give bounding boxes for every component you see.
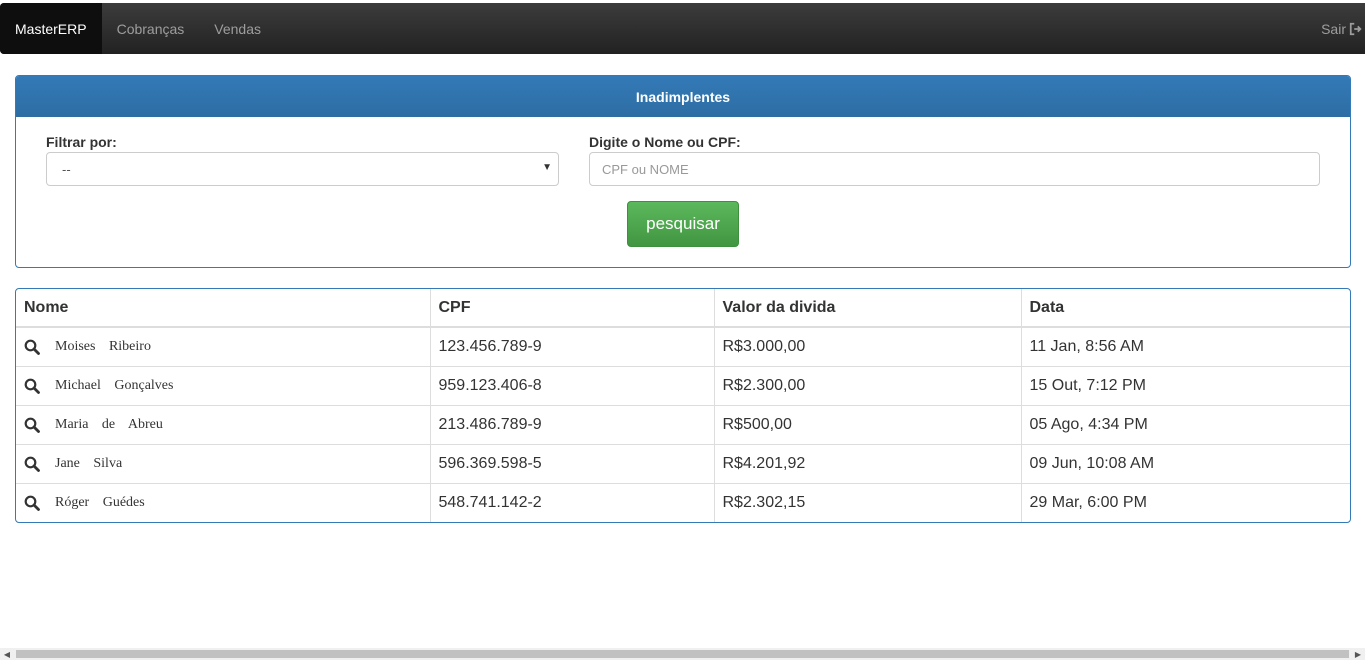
cell-nome: Michael Gonçalves xyxy=(16,366,431,406)
header-cpf[interactable]: CPF xyxy=(430,289,715,328)
cell-data: 05 Ago, 4:34 PM xyxy=(1021,405,1350,445)
search-icon[interactable] xyxy=(24,495,40,511)
table-header-row: Nome CPF Valor da divida Data xyxy=(16,289,1350,328)
table-row: Moises Ribeiro 123.456.789-9 R$3.000,00 11 … xyxy=(16,327,1350,367)
cell-data: 29 Mar, 6:00 PM xyxy=(1029,493,1147,511)
search-icon[interactable] xyxy=(24,417,40,433)
header-valor[interactable]: Valor da divida xyxy=(714,289,1022,328)
cell-cpf: 213.486.789-9 xyxy=(430,405,715,445)
search-icon[interactable] xyxy=(24,456,40,472)
nav-link-cobrancas[interactable]: Cobranças xyxy=(102,3,200,54)
cell-data: 09 Jun, 10:08 AM xyxy=(1021,444,1350,484)
debtor-name: Jane Silva xyxy=(55,455,123,471)
cell-nome: Moises Ribeiro xyxy=(16,327,431,367)
filter-select-value: -- xyxy=(62,161,71,177)
sign-out-icon xyxy=(1349,22,1362,35)
cell-cpf: 123.456.789-9 xyxy=(430,327,715,367)
debtor-name: Michael Gonçalves xyxy=(55,377,174,393)
cell-data: 15 Out, 7:12 PM xyxy=(1021,366,1350,406)
cell-valor: R$500,00 xyxy=(714,405,1022,445)
nav-link-vendas[interactable]: Vendas xyxy=(199,3,276,54)
cell-nome: Maria de Abreu xyxy=(16,405,431,445)
scrollbar-thumb[interactable] xyxy=(16,650,1349,658)
cell-nome: Jane Silva xyxy=(16,444,431,484)
search-button[interactable]: pesquisar xyxy=(627,201,739,247)
search-panel: Inadimplentes Filtrar por: -- ▼ Digite o… xyxy=(15,75,1351,268)
debtor-name: Maria de Abreu xyxy=(55,416,163,432)
search-icon[interactable] xyxy=(24,378,40,394)
logout-link[interactable]: Sair xyxy=(1321,21,1365,37)
debtor-name: Róger Guédes xyxy=(55,494,145,510)
debtors-table: Nome CPF Valor da divida Data Moises Rib… xyxy=(16,289,1350,522)
search-icon[interactable] xyxy=(24,339,40,355)
cell-valor: R$4.201,92 xyxy=(714,444,1022,484)
cell-valor: R$3.000,00 xyxy=(714,327,1022,367)
table-row: Michael Gonçalves 959.123.406-8 R$2.300,00… xyxy=(16,366,1350,406)
caret-down-icon: ▼ xyxy=(542,162,552,173)
header-nome[interactable]: Nome xyxy=(16,289,431,328)
table-row: Maria de Abreu 213.486.789-9 R$500,00 05 Ag… xyxy=(16,405,1350,445)
logout-label: Sair xyxy=(1321,20,1346,37)
cell-cpf: 548.741.142-2 xyxy=(430,483,715,522)
debtor-name: Moises Ribeiro xyxy=(55,338,151,354)
search-input[interactable] xyxy=(589,152,1320,186)
filter-label: Filtrar por: xyxy=(46,134,117,150)
horizontal-scrollbar[interactable]: ◀ ▶ xyxy=(0,648,1365,660)
top-navbar: MasterERP Cobranças Vendas Sair xyxy=(0,3,1365,54)
search-label: Digite o Nome ou CPF: xyxy=(589,134,741,150)
cell-valor: R$2.300,00 xyxy=(714,366,1022,406)
table-row: Róger Guédes 548.741.142-2 R$2.302,15 29 Ma… xyxy=(16,483,1350,522)
cell-nome: Róger Guédes xyxy=(16,483,431,522)
filter-select[interactable]: -- ▼ xyxy=(46,152,559,186)
cell-cpf: 959.123.406-8 xyxy=(430,366,715,406)
debtors-table-container: Nome CPF Valor da divida Data Moises Rib… xyxy=(15,288,1351,523)
cell-valor: R$2.302,15 xyxy=(714,483,1022,522)
table-row: Jane Silva 596.369.598-5 R$4.201,92 09 Jun,… xyxy=(16,444,1350,484)
scroll-right-icon[interactable]: ▶ xyxy=(1351,648,1365,660)
cell-cpf: 596.369.598-5 xyxy=(430,444,715,484)
brand-link[interactable]: MasterERP xyxy=(0,3,102,54)
cell-data: 11 Jan, 8:56 AM xyxy=(1021,327,1350,367)
header-data[interactable]: Data xyxy=(1021,289,1350,328)
panel-title: Inadimplentes xyxy=(16,76,1350,117)
scroll-left-icon[interactable]: ◀ xyxy=(0,648,14,660)
